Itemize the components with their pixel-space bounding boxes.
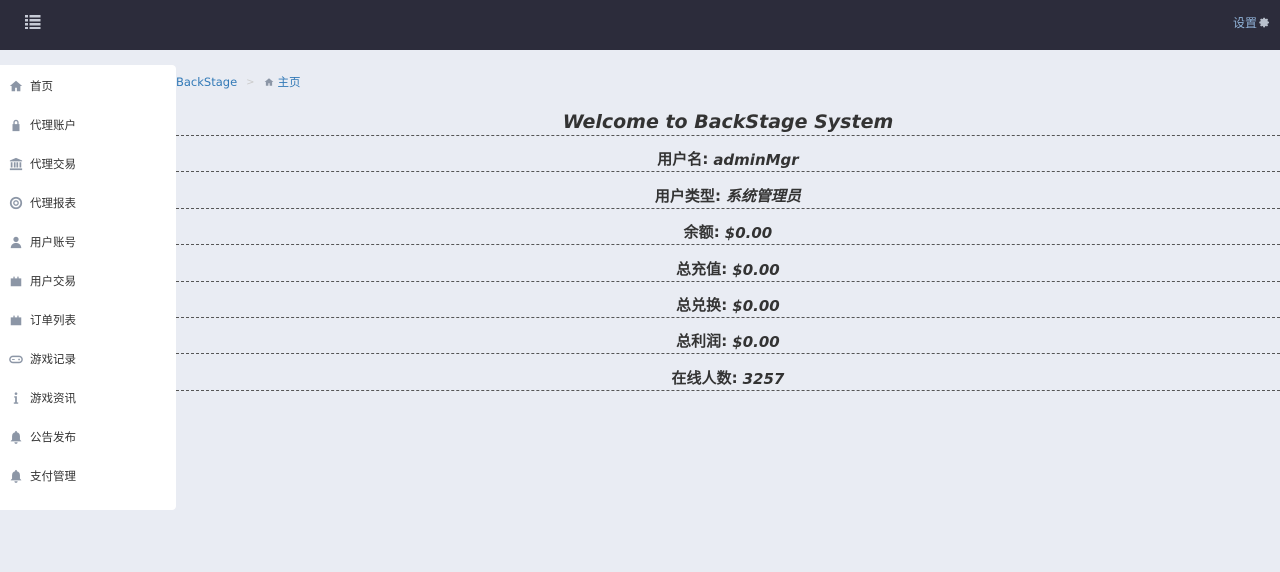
- bank-icon: [5, 157, 27, 171]
- stat-label: 总充值:: [676, 259, 728, 278]
- suitcase-icon: [5, 313, 27, 327]
- sidebar-item-user-account[interactable]: 用户账号: [0, 222, 176, 261]
- sidebar: 首页 代理账户 代理交易 代理报表 用户账号 用户交易 订单列表 游戏记录 游戏…: [0, 65, 176, 510]
- settings-label: 设置: [1232, 16, 1257, 30]
- breadcrumb-current-label: 主页: [277, 75, 301, 89]
- sidebar-item-label: 订单列表: [30, 312, 76, 327]
- stat-value: 3257: [742, 369, 785, 388]
- stat-row-total-exchange: 总兑换: $0.00: [176, 282, 1280, 318]
- sidebar-item-home[interactable]: 首页: [0, 66, 176, 105]
- breadcrumb-separator: >: [246, 76, 255, 88]
- gamepad-icon: [5, 352, 27, 366]
- stat-row-total-profit: 总利润: $0.00: [176, 318, 1280, 355]
- sidebar-item-label: 首页: [30, 78, 53, 93]
- sidebar-item-label: 支付管理: [30, 468, 76, 483]
- sidebar-item-user-trade[interactable]: 用户交易: [0, 261, 176, 300]
- stat-label: 余额:: [683, 223, 720, 242]
- suitcase-icon: [5, 274, 27, 288]
- stat-label: 用户类型:: [654, 186, 721, 205]
- home-icon: [264, 78, 273, 86]
- main-content: Welcome to BackStage System 用户名: adminMgr…: [176, 104, 1280, 391]
- sidebar-item-agent-account[interactable]: 代理账户: [0, 105, 176, 144]
- menu-list-icon[interactable]: [23, 13, 43, 31]
- stat-row-total-recharge: 总充值: $0.00: [176, 245, 1280, 282]
- sidebar-item-agent-trade[interactable]: 代理交易: [0, 144, 176, 183]
- home-icon: [5, 79, 27, 93]
- stat-row-balance: 余额: $0.00: [176, 209, 1280, 246]
- stat-row-online-users: 在线人数: 3257: [176, 354, 1280, 391]
- breadcrumb: BackStage > 主页: [176, 74, 301, 90]
- sidebar-item-label: 公告发布: [30, 429, 76, 444]
- sidebar-item-label: 代理账户: [30, 117, 76, 132]
- sidebar-item-game-records[interactable]: 游戏记录: [0, 339, 176, 378]
- stat-label: 总利润:: [676, 332, 728, 351]
- sidebar-item-agent-report[interactable]: 代理报表: [0, 183, 176, 222]
- info-icon: [5, 391, 27, 405]
- stat-label: 总兑换:: [676, 295, 728, 314]
- sidebar-item-label: 游戏资讯: [30, 390, 76, 405]
- stat-value: 系统管理员: [725, 186, 801, 205]
- sidebar-item-label: 代理交易: [30, 156, 76, 171]
- stat-value: $0.00: [732, 333, 780, 352]
- sidebar-item-game-news[interactable]: 游戏资讯: [0, 378, 176, 417]
- stat-label: 在线人数:: [671, 368, 738, 387]
- stat-value: $0.00: [732, 296, 780, 315]
- settings-link[interactable]: 设置: [1233, 14, 1270, 31]
- stat-value: $0.00: [724, 224, 773, 243]
- breadcrumb-root[interactable]: BackStage: [176, 75, 237, 89]
- bell-icon: [5, 469, 27, 483]
- user-icon: [5, 235, 27, 249]
- gear-icon: [1259, 17, 1269, 28]
- page-title: Welcome to BackStage System: [176, 104, 1280, 136]
- sidebar-item-label: 代理报表: [30, 195, 76, 210]
- lock-icon: [5, 118, 27, 132]
- stat-row-user-type: 用户类型: 系统管理员: [176, 172, 1280, 209]
- sidebar-item-payment[interactable]: 支付管理: [0, 456, 176, 495]
- stat-row-username: 用户名: adminMgr: [176, 136, 1280, 173]
- sidebar-item-label: 游戏记录: [30, 351, 76, 366]
- stat-label: 用户名:: [657, 150, 709, 169]
- stat-value: adminMgr: [713, 151, 799, 170]
- sidebar-item-label: 用户交易: [30, 273, 76, 288]
- sidebar-item-announcement[interactable]: 公告发布: [0, 417, 176, 456]
- sidebar-item-order-list[interactable]: 订单列表: [0, 300, 176, 339]
- sidebar-item-label: 用户账号: [30, 234, 76, 249]
- top-navbar: 设置: [0, 0, 1280, 50]
- bell-icon: [5, 430, 27, 444]
- breadcrumb-current[interactable]: 主页: [264, 74, 301, 90]
- lifebuoy-icon: [5, 196, 27, 210]
- stat-value: $0.00: [732, 260, 780, 279]
